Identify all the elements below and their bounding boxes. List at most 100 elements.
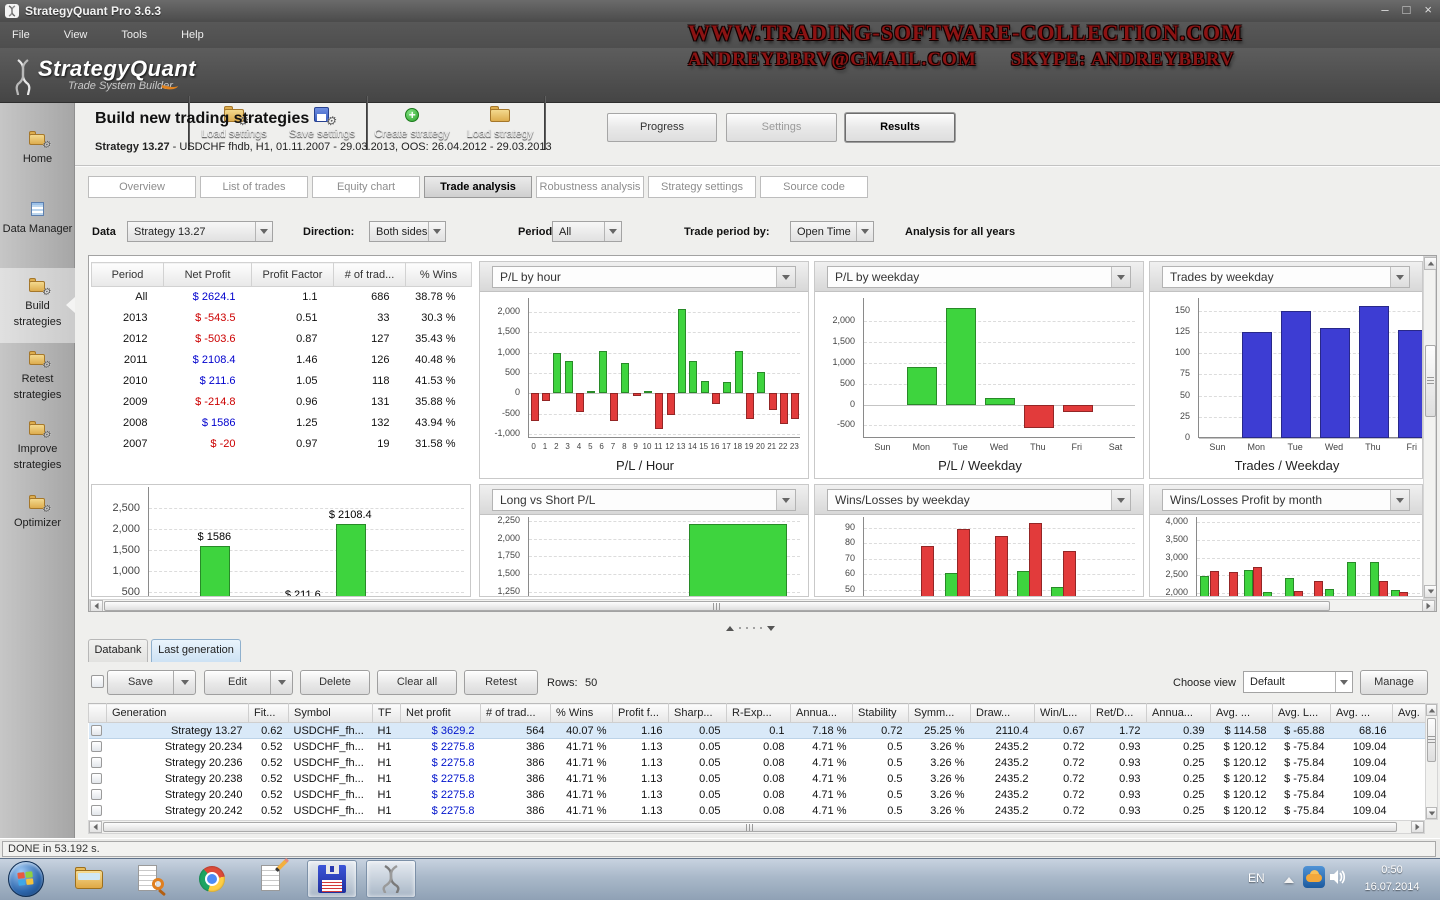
tab-source-code[interactable]: Source code xyxy=(760,176,868,198)
save-button[interactable]: Save xyxy=(107,670,196,695)
maximize-button[interactable]: □ xyxy=(1403,2,1411,18)
table-vertical-scrollbar[interactable] xyxy=(1425,703,1438,820)
table-row[interactable]: Strategy 20.2380.52USDCHF_fh...H1$ 2275.… xyxy=(89,771,1426,787)
header-button-settings[interactable]: Settings xyxy=(726,113,837,142)
scrollbar-thumb[interactable] xyxy=(1427,718,1436,762)
row-checkbox[interactable] xyxy=(91,773,102,784)
chevron-down-icon[interactable] xyxy=(173,671,195,694)
scroll-down-icon[interactable] xyxy=(1424,585,1437,598)
sidebar-item-optimizer[interactable]: ⚙Optimizer xyxy=(0,485,75,544)
table-row[interactable]: Strategy 13.270.62USDCHF_fh...H1$ 3629.2… xyxy=(89,723,1426,739)
table-horizontal-scrollbar[interactable] xyxy=(88,820,1425,834)
minimize-button[interactable]: – xyxy=(1381,2,1388,18)
chevron-down-icon[interactable] xyxy=(270,671,292,694)
table-row[interactable]: Strategy 20.2360.52USDCHF_fh...H1$ 2275.… xyxy=(89,755,1426,771)
column-header[interactable]: Avg. L... xyxy=(1273,704,1331,723)
sidebar-item-build-strategies[interactable]: ⚙Build strategies xyxy=(0,268,75,343)
scroll-right-icon[interactable] xyxy=(1411,821,1424,833)
scroll-up-icon[interactable] xyxy=(1426,704,1437,716)
column-header[interactable]: R-Exp... xyxy=(727,704,791,723)
scroll-right-icon[interactable] xyxy=(1422,600,1435,612)
menu-file[interactable]: File xyxy=(8,27,34,43)
chart-type-select[interactable]: Wins/Losses by weekday xyxy=(827,489,1131,511)
tab-last-generation[interactable]: Last generation xyxy=(151,639,241,662)
chart-type-select[interactable]: P/L by hour xyxy=(492,266,796,288)
clock[interactable]: 0:50 16.07.2014 xyxy=(1352,862,1432,895)
column-header[interactable]: Annua... xyxy=(791,704,853,723)
menu-tools[interactable]: Tools xyxy=(117,27,151,43)
data-select[interactable]: Strategy 13.27 xyxy=(127,221,273,242)
tab-equity-chart[interactable]: Equity chart xyxy=(312,176,420,198)
view-select[interactable]: Default xyxy=(1243,671,1353,693)
scroll-up-icon[interactable] xyxy=(1424,257,1437,270)
column-header[interactable]: Annua... xyxy=(1147,704,1211,723)
scroll-down-icon[interactable] xyxy=(1426,807,1437,819)
column-header[interactable]: % Wins xyxy=(551,704,613,723)
tab-databank[interactable]: Databank xyxy=(88,639,148,662)
file-explorer-icon[interactable] xyxy=(74,864,104,894)
tab-trade-analysis[interactable]: Trade analysis xyxy=(424,176,532,198)
column-header[interactable]: Sharp... xyxy=(669,704,727,723)
menu-help[interactable]: Help xyxy=(177,27,208,43)
table-row[interactable]: Strategy 20.2400.52USDCHF_fh...H1$ 2275.… xyxy=(89,787,1426,803)
scroll-left-icon[interactable] xyxy=(90,600,103,612)
row-checkbox[interactable] xyxy=(91,805,102,816)
tab-strategy-settings[interactable]: Strategy settings xyxy=(648,176,756,198)
row-checkbox[interactable] xyxy=(91,789,102,800)
column-header[interactable]: Avg. ... xyxy=(1211,704,1273,723)
row-checkbox[interactable] xyxy=(91,725,102,736)
column-header[interactable]: TF xyxy=(373,704,401,723)
close-button[interactable]: × xyxy=(1424,2,1432,18)
edit-button[interactable]: Edit xyxy=(204,670,293,695)
column-header[interactable]: # of trad... xyxy=(481,704,551,723)
column-header[interactable]: Avg. xyxy=(1393,704,1426,723)
header-button-progress[interactable]: Progress xyxy=(607,113,717,142)
clear-all-button[interactable]: Clear all xyxy=(377,670,457,695)
column-header[interactable]: Ret/D... xyxy=(1091,704,1147,723)
scrollbar-thumb[interactable] xyxy=(104,601,1330,611)
delete-button[interactable]: Delete xyxy=(300,670,370,695)
column-header[interactable]: Avg. ... xyxy=(1331,704,1393,723)
sidebar-item-data-manager[interactable]: Data Manager xyxy=(0,191,75,250)
chart-type-select[interactable]: Trades by weekday xyxy=(1162,266,1410,288)
header-button-results[interactable]: Results xyxy=(845,113,955,142)
column-header[interactable]: Stability xyxy=(853,704,909,723)
trade-period-select[interactable]: Open Time xyxy=(790,221,874,242)
sidebar-item-home[interactable]: ⚙Home xyxy=(0,121,75,180)
language-indicator[interactable]: EN xyxy=(1248,871,1265,885)
charts-vertical-scrollbar[interactable] xyxy=(1423,256,1436,599)
weather-tray-icon[interactable] xyxy=(1303,866,1325,888)
tab-robustness-analysis[interactable]: Robustness analysis xyxy=(536,176,644,198)
column-header[interactable]: Win/L... xyxy=(1035,704,1091,723)
sidebar-item-retest-strategies[interactable]: ⚙Retest strategies xyxy=(0,341,75,416)
manage-button[interactable]: Manage xyxy=(1360,670,1428,695)
column-header[interactable]: Symbol xyxy=(289,704,373,723)
panel-collapse-control[interactable] xyxy=(690,622,810,634)
tab-overview[interactable]: Overview xyxy=(88,176,196,198)
period-select[interactable]: All xyxy=(552,221,622,242)
taskbar-save-app-button[interactable] xyxy=(307,860,357,898)
chart-type-select[interactable]: Long vs Short P/L xyxy=(492,489,796,511)
column-header[interactable]: Draw... xyxy=(971,704,1035,723)
show-hidden-icons[interactable] xyxy=(1284,877,1294,883)
scrollbar-thumb[interactable] xyxy=(103,822,1397,832)
scrollbar-thumb[interactable] xyxy=(1425,345,1436,417)
column-header[interactable]: Profit f... xyxy=(613,704,669,723)
start-button[interactable] xyxy=(8,861,44,897)
column-header[interactable]: Symm... xyxy=(909,704,971,723)
chart-type-select[interactable]: P/L by weekday xyxy=(827,266,1131,288)
sidebar-item-improve-strategies[interactable]: ⚙Improve strategies xyxy=(0,411,75,486)
table-row[interactable]: Strategy 20.2420.52USDCHF_fh...H1$ 2275.… xyxy=(89,803,1426,819)
tab-list-of-trades[interactable]: List of trades xyxy=(200,176,308,198)
select-all-checkbox[interactable] xyxy=(91,675,104,688)
search-icon[interactable] xyxy=(134,864,164,894)
column-header[interactable]: Generation xyxy=(107,704,249,723)
row-checkbox[interactable] xyxy=(91,757,102,768)
volume-icon[interactable] xyxy=(1329,869,1347,885)
retest-button[interactable]: Retest xyxy=(464,670,538,695)
row-checkbox[interactable] xyxy=(91,741,102,752)
column-header[interactable]: Fit... xyxy=(249,704,289,723)
menu-view[interactable]: View xyxy=(60,27,92,43)
chart-type-select[interactable]: Wins/Losses Profit by month xyxy=(1162,489,1410,511)
notepad-icon[interactable] xyxy=(259,864,289,894)
